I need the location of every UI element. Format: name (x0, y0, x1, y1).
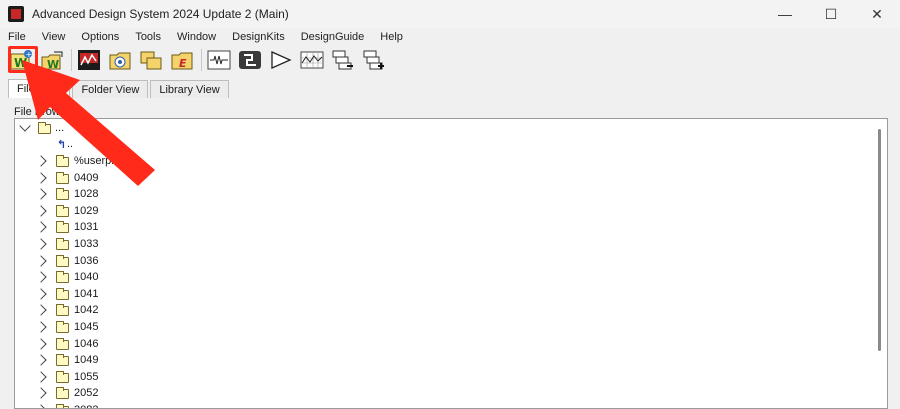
chevron-right-icon[interactable] (35, 354, 47, 366)
tree-item-label: 1028 (74, 188, 99, 201)
amplifier-button[interactable] (268, 48, 294, 72)
folder-icon (56, 188, 69, 201)
chevron-right-icon[interactable] (35, 288, 47, 300)
chevron-right-icon[interactable] (35, 304, 47, 317)
menu-designguide[interactable]: DesignGuide (293, 31, 373, 43)
tree-item[interactable]: 1028 (15, 186, 875, 202)
chevron-right-icon[interactable] (35, 371, 47, 383)
folder-icon (56, 304, 69, 317)
maximize-button[interactable]: ☐ (808, 0, 854, 28)
remove-icon (332, 50, 353, 70)
folder-icon (56, 254, 69, 267)
layout-button[interactable] (237, 48, 263, 72)
tree-item-label: 1040 (74, 271, 99, 284)
tree-item[interactable]: 1049 (15, 352, 875, 368)
tree-item-label: 3082 (74, 404, 98, 408)
open-example-icon: E (171, 52, 193, 70)
tree-item-label: 1045 (74, 321, 99, 333)
menu-file[interactable]: File (0, 31, 34, 43)
layout-icon (239, 51, 261, 69)
tree-item[interactable]: 1046 (15, 336, 875, 352)
title-bar: Advanced Design System 2024 Update 2 (Ma… (0, 0, 900, 28)
pointer-arrow-icon (22, 60, 155, 186)
open-example-button[interactable]: E (169, 48, 195, 72)
add-button[interactable] (361, 48, 387, 72)
minimize-button[interactable]: — (762, 0, 808, 28)
chevron-right-icon[interactable] (35, 321, 47, 333)
tree-item-label: 1031 (74, 221, 99, 234)
folder-icon (56, 238, 69, 250)
folder-icon (56, 287, 69, 300)
folder-icon (56, 204, 69, 217)
folder-icon (56, 370, 69, 383)
schematic-icon (207, 50, 231, 70)
menu-view[interactable]: View (34, 31, 74, 43)
tree-item[interactable]: 1041 (15, 286, 875, 302)
folder-icon (56, 221, 69, 234)
toolbar-separator (201, 49, 202, 71)
svg-text:E: E (179, 57, 187, 70)
menu-options[interactable]: Options (73, 31, 127, 43)
close-button[interactable]: ✕ (854, 0, 900, 28)
schematic-button[interactable] (206, 48, 232, 72)
folder-icon (56, 337, 69, 350)
tree-item[interactable]: 3082 (15, 402, 875, 408)
tree-item-label: 2052 (74, 387, 99, 400)
menu-window[interactable]: Window (169, 31, 224, 43)
add-icon (363, 50, 384, 70)
folder-icon (56, 271, 69, 284)
chevron-right-icon[interactable] (35, 271, 47, 283)
vertical-scrollbar[interactable] (878, 129, 881, 351)
tree-item-label: 1046 (74, 337, 99, 350)
chevron-right-icon[interactable] (35, 238, 47, 250)
tree-item-label: 1049 (74, 354, 99, 367)
data-display-button[interactable] (299, 48, 325, 72)
menu-tools[interactable]: Tools (127, 31, 169, 43)
tree-item[interactable]: 1031 (15, 219, 875, 235)
chevron-right-icon[interactable] (35, 221, 47, 234)
tree-item[interactable]: 1055 (15, 369, 875, 385)
folder-icon (56, 354, 69, 367)
tree-item[interactable]: 1045 (15, 319, 875, 335)
menu-help[interactable]: Help (372, 31, 411, 43)
tree-item[interactable]: 1033 (15, 236, 875, 252)
folder-icon (56, 321, 69, 333)
tree-item[interactable]: 1036 (15, 253, 875, 269)
tree-item-label: 1041 (74, 287, 99, 300)
tree-item-label: 1042 (74, 304, 99, 317)
tree-item[interactable]: 1040 (15, 269, 875, 285)
window-title: Advanced Design System 2024 Update 2 (Ma… (32, 7, 289, 21)
tree-item-label: 1036 (74, 254, 99, 267)
remove-button[interactable] (330, 48, 356, 72)
ads-app-icon (8, 6, 24, 22)
tree-item[interactable]: 2052 (15, 385, 875, 401)
menu-bar: File View Options Tools Window DesignKit… (0, 28, 900, 45)
chevron-right-icon[interactable] (35, 254, 47, 267)
window-controls: — ☐ ✕ (762, 0, 900, 28)
chevron-right-icon[interactable] (35, 404, 47, 408)
chevron-right-icon[interactable] (35, 205, 47, 217)
chevron-right-icon[interactable] (35, 337, 47, 350)
chevron-right-icon[interactable] (35, 387, 47, 400)
tree-item[interactable]: 1042 (15, 302, 875, 318)
chevron-right-icon[interactable] (35, 188, 47, 200)
tree-item-label: 1055 (74, 370, 99, 383)
tree-item-label: 1033 (74, 238, 99, 250)
tree-item-label: 1029 (74, 204, 99, 217)
folder-icon (56, 387, 69, 400)
tree-item[interactable]: 1029 (15, 203, 875, 219)
amplifier-icon (271, 50, 292, 70)
menu-designkits[interactable]: DesignKits (224, 31, 293, 43)
data-display-icon (300, 51, 324, 69)
